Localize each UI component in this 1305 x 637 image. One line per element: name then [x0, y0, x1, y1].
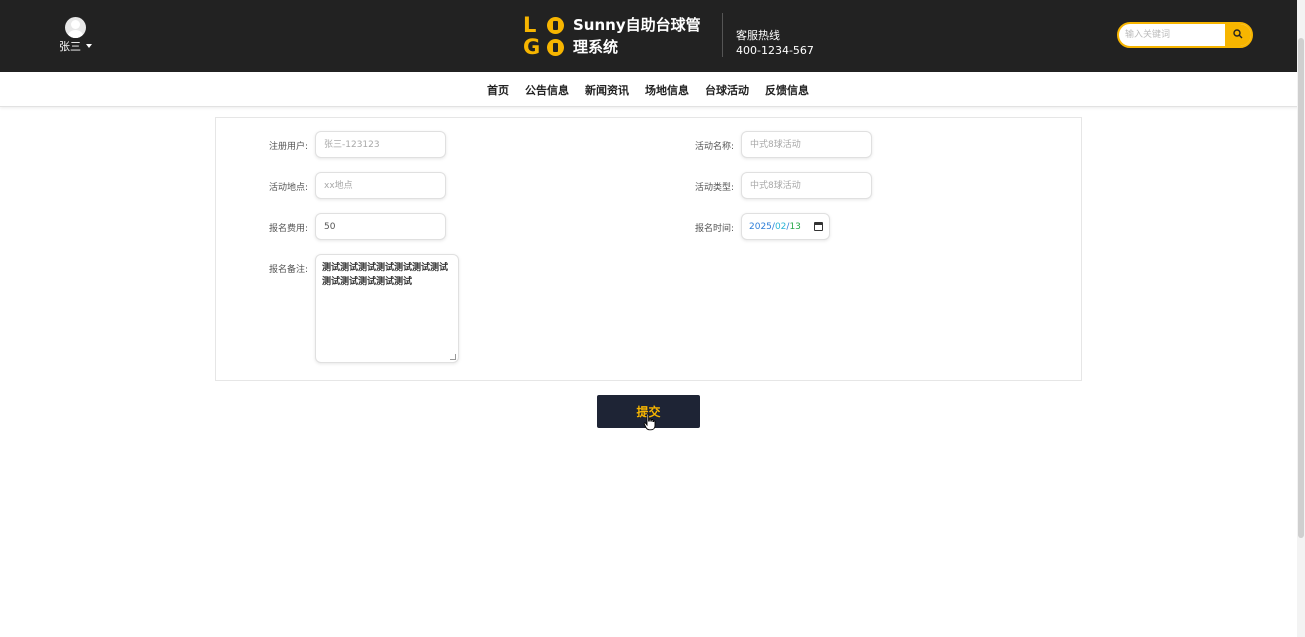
- nav-home[interactable]: 首页: [487, 82, 509, 98]
- header-bar: 张三 L G Sunny自助台球管理系统 客服热线 400-1234-567: [0, 0, 1305, 72]
- register-user-input[interactable]: [315, 131, 446, 158]
- logo-letter-g: G: [523, 35, 541, 59]
- activity-name-input[interactable]: [741, 131, 872, 158]
- calendar-icon[interactable]: [814, 222, 823, 231]
- search-icon: [1233, 29, 1243, 39]
- hand-pointer-cursor-icon: [643, 413, 656, 431]
- nav-feedback[interactable]: 反馈信息: [765, 82, 809, 98]
- signup-note-label: 报名备注:: [268, 265, 308, 275]
- site-logo[interactable]: L G: [523, 13, 567, 59]
- signup-fee-input[interactable]: [315, 213, 446, 240]
- resize-handle-icon[interactable]: [450, 354, 456, 360]
- hotline-number: 400-1234-567: [736, 44, 814, 57]
- search-input[interactable]: [1125, 26, 1225, 44]
- activity-type-input[interactable]: [741, 172, 872, 199]
- signup-time-label: 报名时间:: [694, 224, 734, 234]
- register-user-label: 注册用户:: [268, 142, 308, 152]
- logo-ring-bottom: [547, 39, 564, 56]
- nav-notices[interactable]: 公告信息: [525, 82, 569, 98]
- nav-news[interactable]: 新闻资讯: [585, 82, 629, 98]
- signup-note-textarea[interactable]: 测试测试测试测试测试测试测试测试测试测试测试测试: [315, 254, 459, 363]
- user-name[interactable]: 张三: [59, 38, 81, 54]
- main-nav: 首页 公告信息 新闻资讯 场地信息 台球活动 反馈信息: [0, 72, 1305, 107]
- date-value: 2025/02/13: [749, 222, 801, 232]
- activity-type-label: 活动类型:: [694, 183, 734, 193]
- activity-place-input[interactable]: [315, 172, 446, 199]
- caret-down-icon[interactable]: [86, 44, 92, 48]
- logo-letter-l: L: [523, 13, 537, 37]
- scrollbar-thumb[interactable]: [1298, 38, 1304, 538]
- activity-place-label: 活动地点:: [268, 183, 308, 193]
- site-title: Sunny自助台球管理系统: [573, 16, 701, 56]
- nav-activities[interactable]: 台球活动: [705, 82, 749, 98]
- hotline-label: 客服热线: [736, 29, 780, 42]
- activity-name-label: 活动名称:: [694, 142, 734, 152]
- page-scrollbar[interactable]: [1297, 0, 1305, 637]
- signup-fee-label: 报名费用:: [268, 224, 308, 234]
- search-box: [1117, 22, 1253, 48]
- avatar[interactable]: [65, 17, 86, 38]
- logo-ring-top: [547, 17, 564, 34]
- search-button[interactable]: [1225, 24, 1251, 46]
- signup-time-date-input[interactable]: 2025/02/13: [741, 213, 830, 240]
- nav-venues[interactable]: 场地信息: [645, 82, 689, 98]
- header-divider: [722, 13, 723, 57]
